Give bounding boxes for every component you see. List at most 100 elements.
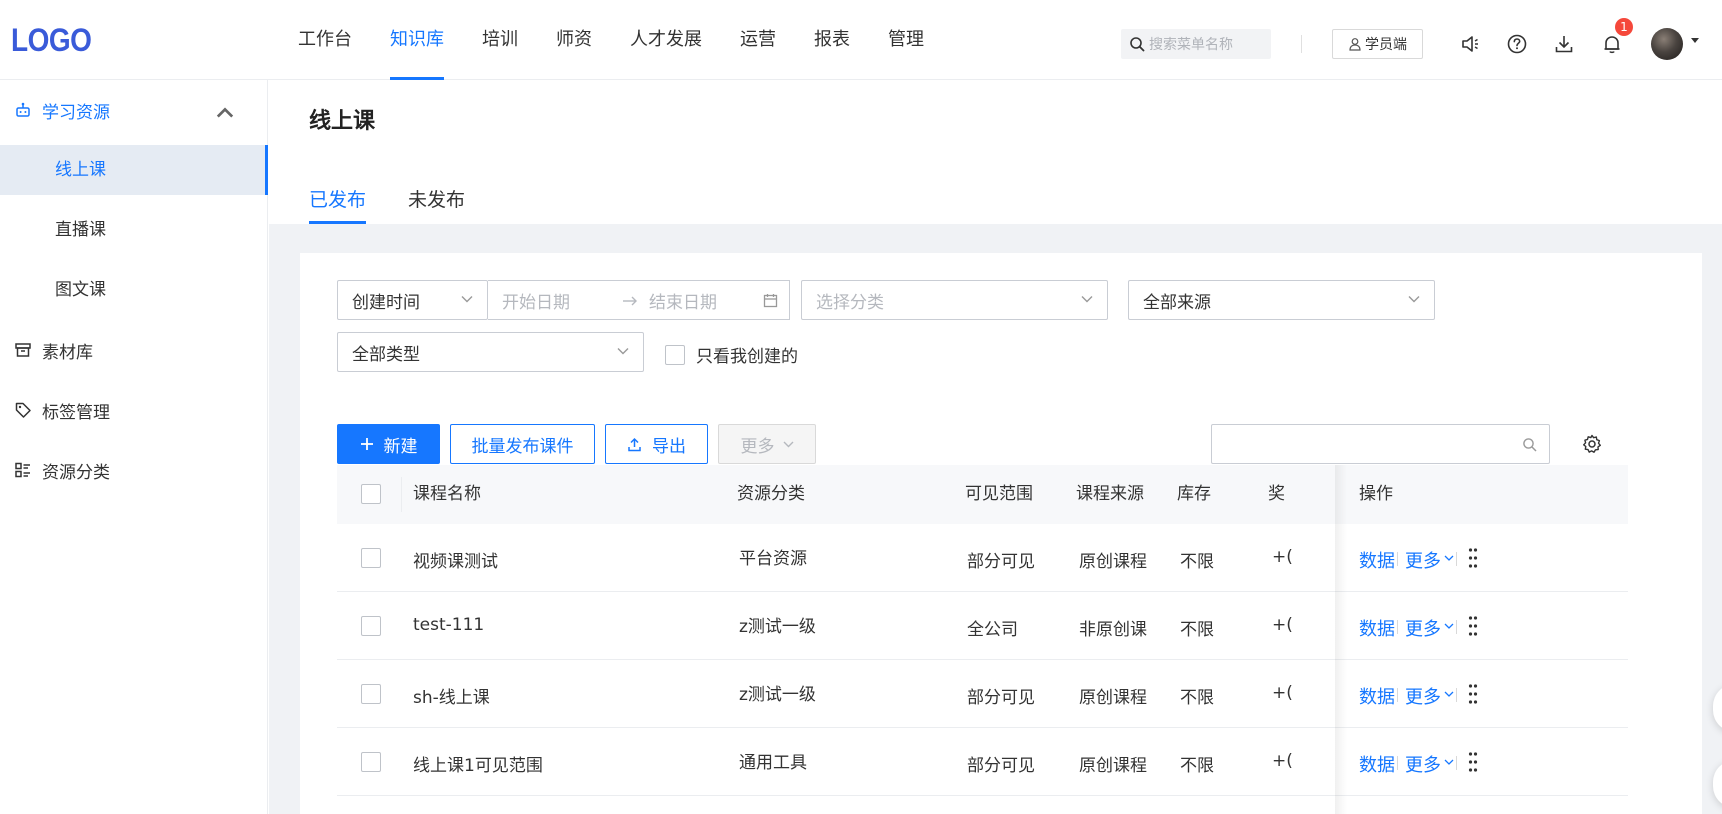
only-mine-filter[interactable]: 只看我创建的 xyxy=(665,342,798,367)
announcement-icon[interactable] xyxy=(1459,33,1481,55)
robot-icon xyxy=(16,102,30,117)
only-mine-checkbox[interactable] xyxy=(665,344,685,365)
tab-unpublished[interactable]: 未发布 xyxy=(408,185,465,224)
source-select[interactable]: 全部来源 xyxy=(1128,280,1435,320)
nav-management[interactable]: 管理 xyxy=(888,0,924,80)
row-checkbox[interactable] xyxy=(361,752,381,772)
chevron-down-icon[interactable] xyxy=(1444,555,1454,562)
caret-down-icon[interactable] xyxy=(1691,38,1699,43)
operations-column: 操作 数据 更多 数据 更多 数据 更多 数据 更多 xyxy=(1349,465,1702,814)
cell-course-name[interactable]: sh-线上课 xyxy=(413,683,490,708)
export-button[interactable]: 导出 xyxy=(605,424,708,464)
type-select[interactable]: 全部类型 xyxy=(337,332,644,372)
upload-icon xyxy=(628,437,641,451)
nav-operations[interactable]: 运营 xyxy=(740,0,776,80)
nav-workbench[interactable]: 工作台 xyxy=(298,0,352,80)
sidebar-item-label: 标签管理 xyxy=(42,402,110,423)
help-icon[interactable] xyxy=(1506,33,1528,55)
column-header-course-name: 课程名称 xyxy=(413,484,481,504)
row-checkbox[interactable] xyxy=(361,548,381,568)
sidebar-group-learning-resources[interactable]: 学习资源 xyxy=(0,80,268,140)
more-link[interactable]: 更多 xyxy=(1405,751,1441,777)
drag-handle-icon[interactable] xyxy=(1468,547,1478,569)
sidebar-item-article-course[interactable]: 图文课 xyxy=(0,265,268,315)
chevron-down-icon[interactable] xyxy=(1444,623,1454,630)
top-nav: 工作台 知识库 培训 师资 人才发展 运营 报表 管理 xyxy=(298,0,962,80)
chevron-down-icon xyxy=(783,441,793,447)
sidebar-item-resource-category[interactable]: 资源分类 xyxy=(0,440,268,500)
category-select[interactable]: 选择分类 xyxy=(801,280,1108,320)
cell-course-name[interactable]: test-111 xyxy=(413,615,484,635)
cell-course-name[interactable]: 视频课测试 xyxy=(413,547,498,572)
sidebar-item-material-library[interactable]: 素材库 xyxy=(0,320,268,380)
sidebar-item-online-course[interactable]: 线上课 xyxy=(0,145,268,195)
floating-side-button[interactable] xyxy=(1713,684,1722,732)
category-list-icon xyxy=(15,462,30,478)
nav-training[interactable]: 培训 xyxy=(482,0,518,80)
floating-side-button[interactable] xyxy=(1713,760,1722,808)
more-actions-button[interactable]: 更多 xyxy=(718,424,816,464)
sidebar: 学习资源 线上课 直播课 图文课 素材库 标签管理 资源分类 xyxy=(0,80,268,814)
gear-icon[interactable] xyxy=(1582,434,1602,454)
cell-reward: +( xyxy=(1272,751,1293,771)
cell-category: z测试一级 xyxy=(739,685,816,705)
cell-source: 原创课程 xyxy=(1079,552,1147,572)
column-header-reward: 奖 xyxy=(1268,484,1285,504)
cell-course-name[interactable]: 线上课1可见范围 xyxy=(413,751,543,776)
sidebar-item-live-course[interactable]: 直播课 xyxy=(0,205,268,255)
avatar[interactable] xyxy=(1651,28,1683,60)
table-search-input[interactable] xyxy=(1211,424,1550,464)
more-link[interactable]: 更多 xyxy=(1405,683,1441,709)
only-mine-label: 只看我创建的 xyxy=(696,347,798,367)
row-checkbox[interactable] xyxy=(361,616,381,636)
chevron-up-icon[interactable] xyxy=(216,104,234,122)
data-link[interactable]: 数据 xyxy=(1359,615,1395,641)
top-header: LOGO 工作台 知识库 培训 师资 人才发展 运营 报表 管理 搜索菜单名称 … xyxy=(0,0,1722,80)
page-title: 线上课 xyxy=(309,109,376,134)
plus-icon xyxy=(360,438,373,450)
data-link[interactable]: 数据 xyxy=(1359,683,1395,709)
nav-reports[interactable]: 报表 xyxy=(814,0,850,80)
nav-knowledge-base[interactable]: 知识库 xyxy=(390,0,444,80)
divider xyxy=(1456,756,1457,770)
nav-teachers[interactable]: 师资 xyxy=(556,0,592,80)
data-link[interactable]: 数据 xyxy=(1359,547,1395,573)
student-portal-button[interactable]: 学员端 xyxy=(1332,29,1423,59)
chevron-down-icon[interactable] xyxy=(1444,691,1454,698)
chevron-down-icon xyxy=(617,348,629,355)
search-icon[interactable] xyxy=(1522,437,1537,452)
drag-handle-icon[interactable] xyxy=(1468,683,1478,705)
new-button[interactable]: 新建 xyxy=(337,424,440,464)
divider xyxy=(1456,620,1457,634)
time-type-select[interactable]: 创建时间 xyxy=(337,280,488,320)
column-header-source: 课程来源 xyxy=(1076,484,1144,504)
data-link[interactable]: 数据 xyxy=(1359,751,1395,777)
cell-category: 通用工具 xyxy=(739,753,807,773)
type-value: 全部类型 xyxy=(352,344,420,365)
more-link[interactable]: 更多 xyxy=(1405,615,1441,641)
column-header-visibility: 可见范围 xyxy=(965,484,1033,504)
download-icon[interactable] xyxy=(1553,33,1575,55)
cell-stock: 不限 xyxy=(1180,620,1214,640)
start-date-input[interactable]: 开始日期 xyxy=(502,288,570,313)
bell-icon[interactable] xyxy=(1601,33,1623,55)
date-range-picker[interactable]: 开始日期 结束日期 xyxy=(488,280,790,320)
drag-handle-icon[interactable] xyxy=(1468,615,1478,637)
sidebar-item-tag-management[interactable]: 标签管理 xyxy=(0,380,268,440)
drag-handle-icon[interactable] xyxy=(1468,751,1478,773)
cell-category: z测试一级 xyxy=(739,617,816,637)
batch-publish-button[interactable]: 批量发布课件 xyxy=(450,424,595,464)
chevron-down-icon[interactable] xyxy=(1444,759,1454,766)
operations-cell: 数据 更多 xyxy=(1349,592,1628,660)
end-date-input[interactable]: 结束日期 xyxy=(649,288,717,313)
more-link[interactable]: 更多 xyxy=(1405,547,1441,573)
row-checkbox[interactable] xyxy=(361,684,381,704)
menu-search-input[interactable]: 搜索菜单名称 xyxy=(1121,29,1271,59)
cell-stock: 不限 xyxy=(1180,756,1214,776)
nav-talent-development[interactable]: 人才发展 xyxy=(630,0,702,80)
tab-published[interactable]: 已发布 xyxy=(309,185,367,224)
cell-source: 非原创课 xyxy=(1079,620,1147,640)
select-all-checkbox[interactable] xyxy=(361,484,381,504)
cell-stock: 不限 xyxy=(1180,552,1214,572)
cell-reward: +( xyxy=(1272,615,1293,635)
